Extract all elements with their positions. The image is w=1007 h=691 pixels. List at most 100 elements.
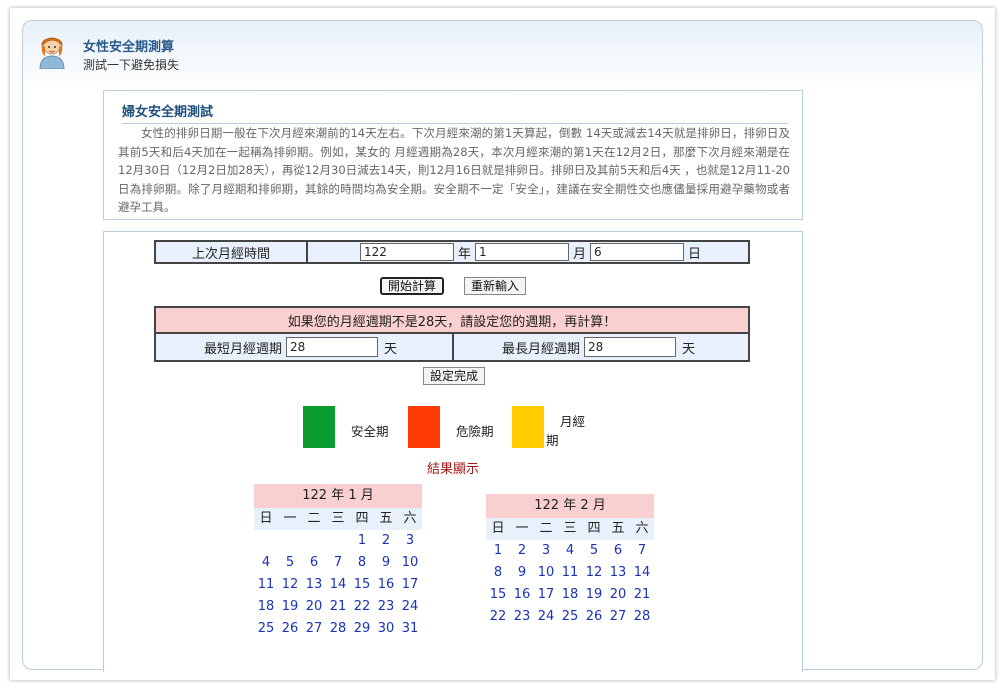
calendar-day: 12 bbox=[281, 577, 299, 592]
period-swatch bbox=[512, 406, 544, 448]
calendar-day: 26 bbox=[585, 609, 603, 624]
calendar-day: 15 bbox=[489, 587, 507, 602]
calendar-day: 8 bbox=[357, 555, 367, 570]
calendar-day: 12 bbox=[585, 565, 603, 580]
calendar-days: 1 2 3 4 5 6 7 8 9 10 11 12 13 14 15 16 17 18 19 20 21 22 23 24 2… bbox=[486, 540, 654, 628]
calculator-box: 上次月經時間 年 月 日 開始計算 重新輸入 如果您的月經週期不是28天，請設定… bbox=[103, 231, 803, 672]
calendar-empty-cell bbox=[302, 530, 326, 552]
calendar-day: 6 bbox=[613, 543, 623, 558]
calendar-day: 26 bbox=[281, 621, 299, 636]
calendar-empty-cell bbox=[278, 530, 302, 552]
calendar-day: 13 bbox=[609, 565, 627, 580]
max-cycle-label: 最長月經週期 bbox=[502, 341, 581, 357]
month-unit: 月 bbox=[573, 246, 587, 262]
calendar-day: 3 bbox=[405, 533, 415, 548]
min-cycle-input[interactable] bbox=[286, 337, 379, 357]
max-cycle-input[interactable] bbox=[584, 337, 677, 357]
calendar-day: 4 bbox=[261, 555, 271, 570]
calendar-day: 2 bbox=[381, 533, 391, 548]
weekday-label: 四 bbox=[355, 511, 369, 526]
calendar-day: 28 bbox=[329, 621, 347, 636]
intro-text: 女性的排卵日期一般在下次月經來潮前的14天左右。下次月經來潮的第1天算起，倒數 … bbox=[118, 126, 790, 214]
calendar-day: 14 bbox=[633, 565, 651, 580]
calendar-day: 13 bbox=[305, 577, 323, 592]
safe-label: 安全期 bbox=[351, 424, 389, 439]
calendar-day: 19 bbox=[281, 599, 299, 614]
calendar-days: 1 2 3 4 5 6 7 8 9 10 11 12 13 14 15 16 17 18 19 20 21 22 23 24 2… bbox=[254, 530, 422, 640]
year-input[interactable] bbox=[360, 243, 454, 261]
calendar-day: 19 bbox=[585, 587, 603, 602]
calendar-day: 22 bbox=[353, 599, 371, 614]
calendar-day: 24 bbox=[401, 599, 419, 614]
weekday-label: 四 bbox=[587, 521, 601, 536]
calendar-day: 29 bbox=[353, 621, 371, 636]
safe-swatch bbox=[303, 406, 335, 448]
calendar-day: 6 bbox=[309, 555, 319, 570]
calendar-day: 14 bbox=[329, 577, 347, 592]
year-unit: 年 bbox=[458, 246, 472, 262]
calendar-day: 23 bbox=[513, 609, 531, 624]
calendar-day: 21 bbox=[329, 599, 347, 614]
month-input[interactable] bbox=[475, 243, 570, 261]
cycle-row: 最短月經週期 天 最長月經週期 天 bbox=[154, 332, 750, 362]
last-period-label: 上次月經時間 bbox=[156, 242, 308, 262]
intro-box: 婦女安全期測試 女性的排卵日期一般在下次月經來潮前的14天左右。下次月經來潮的第… bbox=[103, 90, 803, 220]
weekday-label: 日 bbox=[491, 521, 505, 536]
min-cycle-label: 最短月經週期 bbox=[204, 341, 283, 357]
calendar-day: 27 bbox=[305, 621, 323, 636]
intro-title: 婦女安全期測試 bbox=[122, 101, 788, 124]
day-input[interactable] bbox=[590, 243, 685, 261]
calendar-day: 10 bbox=[401, 555, 419, 570]
weekday-header: 日一二三四五六 bbox=[486, 518, 654, 540]
calendar-empty-cell bbox=[326, 530, 350, 552]
calendar-title: 122 年 1 月 bbox=[254, 484, 422, 508]
reset-button[interactable]: 重新輸入 bbox=[464, 277, 527, 295]
page-title: 女性安全期測算 bbox=[83, 40, 175, 55]
calendar-day: 7 bbox=[333, 555, 343, 570]
calendar-title: 122 年 2 月 bbox=[486, 494, 654, 518]
calendar-day: 27 bbox=[609, 609, 627, 624]
weekday-label: 一 bbox=[283, 511, 297, 526]
cycle-notice: 如果您的月經週期不是28天，請設定您的週期，再計算！ bbox=[154, 306, 750, 332]
weekday-label: 三 bbox=[331, 511, 345, 526]
weekday-header: 日一二三四五六 bbox=[254, 508, 422, 530]
calendar-day: 25 bbox=[561, 609, 579, 624]
calendar-day: 4 bbox=[565, 543, 575, 558]
calendar-day: 11 bbox=[561, 565, 579, 580]
set-cycle-button[interactable]: 設定完成 bbox=[423, 367, 486, 385]
page-subtitle: 測試一下避免損失 bbox=[83, 58, 180, 72]
calendar-day: 24 bbox=[537, 609, 555, 624]
calendar-day: 18 bbox=[257, 599, 275, 614]
danger-swatch bbox=[408, 406, 440, 448]
calendar-day: 11 bbox=[257, 577, 275, 592]
calendar-day: 28 bbox=[633, 609, 651, 624]
calendar-day: 5 bbox=[285, 555, 295, 570]
last-period-row: 上次月經時間 年 月 日 bbox=[154, 240, 750, 264]
calendar-empty-cell bbox=[254, 530, 278, 552]
calendar-day: 16 bbox=[377, 577, 395, 592]
calendar-day: 8 bbox=[493, 565, 503, 580]
calendar-day: 15 bbox=[353, 577, 371, 592]
calendar-day: 10 bbox=[537, 565, 555, 580]
start-calc-button[interactable]: 開始計算 bbox=[380, 277, 445, 295]
calendar-day: 20 bbox=[609, 587, 627, 602]
calendar-day: 30 bbox=[377, 621, 395, 636]
calendar-day: 2 bbox=[517, 543, 527, 558]
weekday-label: 二 bbox=[307, 511, 321, 526]
weekday-label: 一 bbox=[515, 521, 529, 536]
period-label-2: 期 bbox=[546, 433, 559, 448]
calendar-day: 5 bbox=[589, 543, 599, 558]
calendar-day: 9 bbox=[381, 555, 391, 570]
calendar-day: 7 bbox=[637, 543, 647, 558]
result-title: 結果顯示 bbox=[427, 462, 480, 477]
calendar-day: 18 bbox=[561, 587, 579, 602]
calendar-day: 16 bbox=[513, 587, 531, 602]
woman-avatar-icon bbox=[39, 37, 65, 69]
weekday-label: 二 bbox=[539, 521, 553, 536]
weekday-label: 日 bbox=[259, 511, 273, 526]
calendar-day: 17 bbox=[401, 577, 419, 592]
weekday-label: 六 bbox=[403, 511, 417, 526]
calendar-day: 22 bbox=[489, 609, 507, 624]
danger-label: 危險期 bbox=[456, 424, 494, 439]
calendar-day: 25 bbox=[257, 621, 275, 636]
